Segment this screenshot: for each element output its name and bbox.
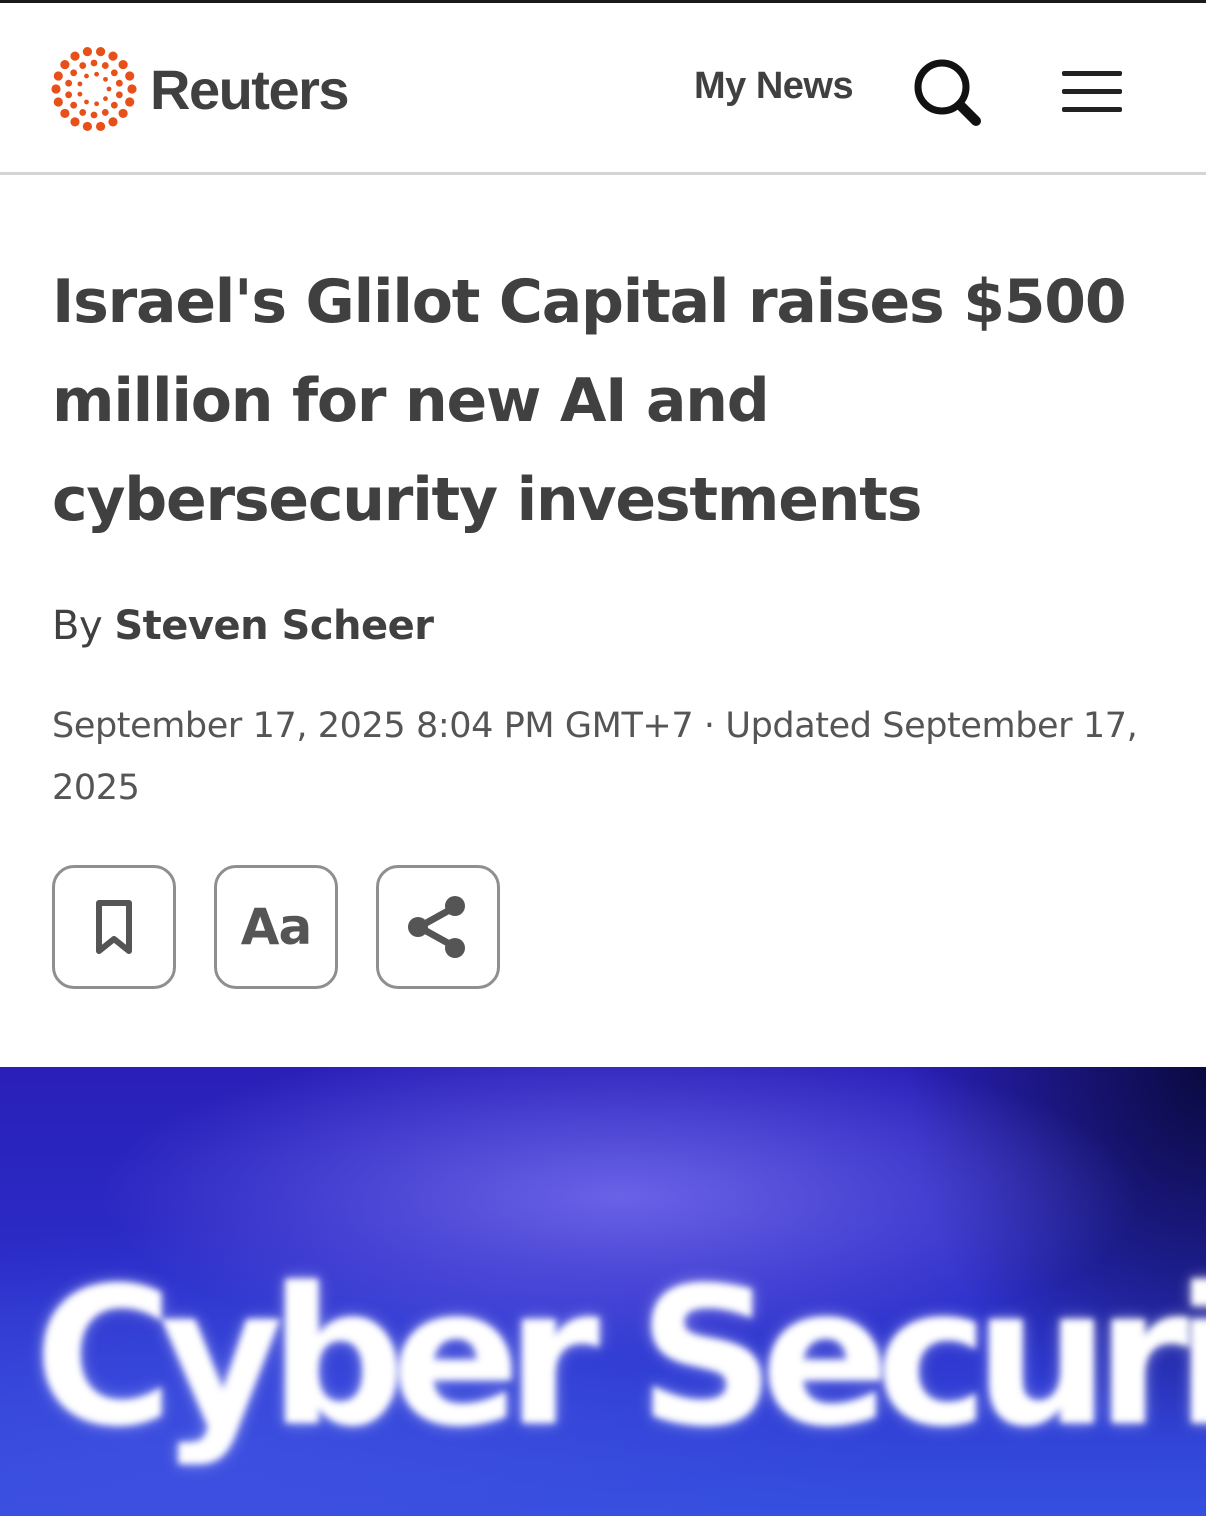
- logo-dot: [94, 71, 99, 77]
- logo-dot: [108, 51, 118, 61]
- share-button[interactable]: [376, 865, 500, 989]
- author-link[interactable]: Steven Scheer: [114, 603, 434, 649]
- logo-dot: [77, 81, 83, 87]
- logo-dot: [101, 62, 109, 69]
- my-news-link[interactable]: My News: [694, 65, 854, 108]
- logo-dot: [79, 109, 87, 116]
- logo-dot: [70, 69, 78, 77]
- reuters-logo-icon: [51, 46, 137, 132]
- logo-dot: [60, 108, 70, 119]
- share-icon: [408, 896, 465, 958]
- logo-dot: [125, 97, 135, 107]
- logo-dot: [115, 91, 123, 99]
- search-icon: [914, 59, 981, 126]
- hero-image-text: Cyber Security: [34, 1247, 1206, 1468]
- logo-dot: [84, 73, 89, 79]
- article-dateline: September 17, 2025 8:04 PM GMT+7 · Updat…: [52, 706, 1138, 808]
- search-button[interactable]: [910, 55, 986, 131]
- text-size-button[interactable]: Aa: [214, 865, 338, 989]
- logo-dot: [96, 46, 106, 57]
- logo-dot: [103, 76, 108, 82]
- logo-dot: [115, 79, 123, 87]
- logo-dot: [53, 97, 63, 107]
- logo-dot: [79, 62, 87, 69]
- text-size-label: Aa: [240, 898, 312, 956]
- menu-button[interactable]: [1060, 67, 1124, 117]
- logo-dot: [77, 91, 83, 97]
- logo-dot: [110, 69, 118, 77]
- logo-dot: [110, 101, 118, 109]
- logo-dot: [60, 59, 70, 70]
- logo-dot: [51, 84, 61, 94]
- logo-dot: [125, 71, 135, 81]
- logo-dot: [65, 91, 73, 99]
- page: Reuters My News Israel's Glilot Capital …: [0, 0, 1206, 1516]
- logo-dot: [106, 86, 112, 92]
- logo-dot: [101, 109, 109, 116]
- article-toolbar: Aa: [52, 865, 500, 989]
- logo-dot: [65, 79, 73, 87]
- article-headline: Israel's Glilot Capital raises $500 mill…: [52, 267, 1127, 535]
- hero-image: Cyber Security: [0, 1067, 1206, 1516]
- site-header: Reuters My News: [0, 3, 1206, 175]
- logo-dot: [118, 59, 128, 70]
- logo-dot: [90, 59, 98, 67]
- logo-dot: [70, 51, 80, 61]
- logo-dot: [82, 46, 92, 57]
- byline-prefix: By: [52, 603, 103, 649]
- logo-dot: [53, 71, 63, 81]
- reuters-logo[interactable]: Reuters: [50, 43, 350, 135]
- brand-name: Reuters: [150, 57, 350, 121]
- logo-dot: [90, 111, 98, 119]
- logo-dot: [127, 84, 137, 94]
- logo-dot: [96, 121, 106, 132]
- logo-dot: [84, 99, 89, 105]
- logo-dot: [70, 101, 78, 109]
- logo-dot: [118, 108, 128, 119]
- logo-dot: [108, 117, 118, 127]
- byline: By Steven Scheer: [52, 603, 434, 649]
- bookmark-button[interactable]: [52, 865, 176, 989]
- hamburger-menu-icon: [1062, 71, 1122, 112]
- logo-dot: [94, 101, 99, 107]
- logo-dot: [103, 96, 108, 102]
- bookmark-icon: [96, 900, 132, 954]
- logo-dot: [70, 117, 80, 127]
- logo-dot: [82, 121, 92, 132]
